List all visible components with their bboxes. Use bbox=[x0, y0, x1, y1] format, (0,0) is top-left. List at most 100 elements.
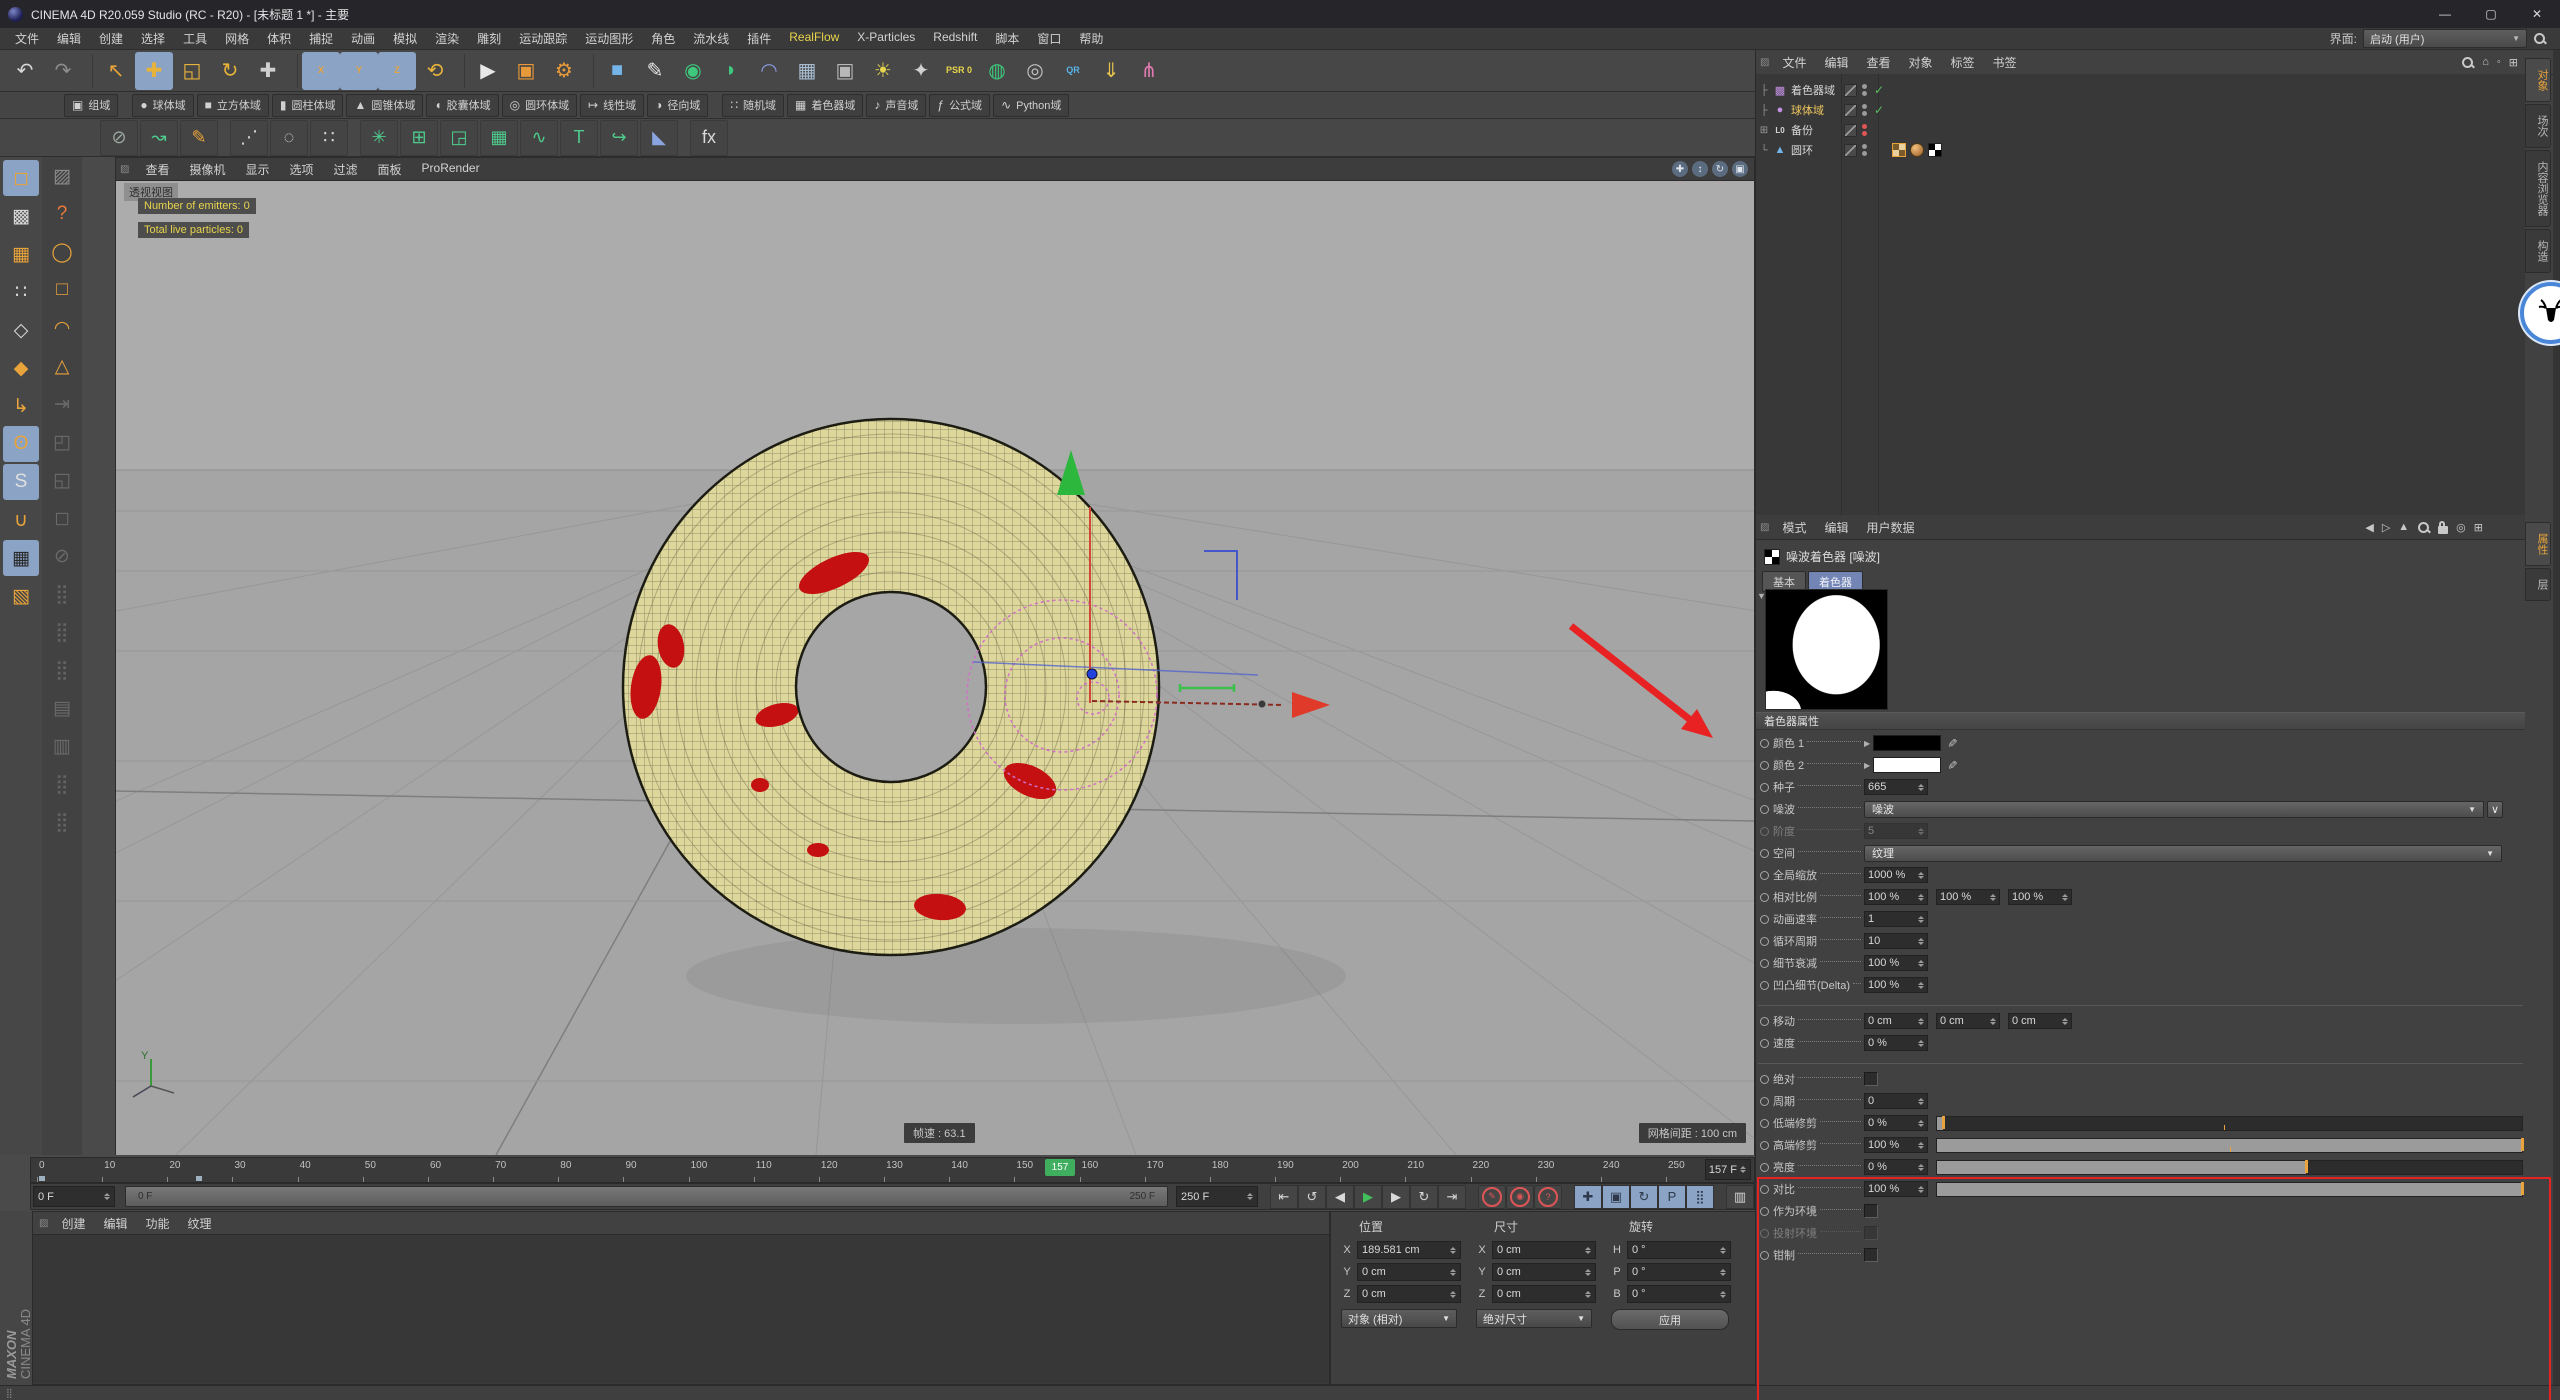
timeline-marker[interactable] bbox=[39, 1176, 45, 1181]
om-search-icon[interactable] bbox=[2461, 56, 2474, 69]
object-name[interactable]: 备份 bbox=[1791, 122, 1813, 138]
visibility-dots[interactable] bbox=[1862, 84, 1867, 96]
spinner-icon[interactable] bbox=[1720, 1269, 1726, 1276]
interface-select[interactable]: 启动 (用户) ▼ bbox=[2363, 29, 2527, 48]
keyframe-selection-set-button[interactable]: ? bbox=[1534, 1185, 1562, 1209]
number-field[interactable]: 0 % bbox=[1864, 1115, 1928, 1131]
animation-dot-icon[interactable] bbox=[1760, 981, 1769, 990]
dropdown-select[interactable]: 噪波▼ bbox=[1864, 801, 2484, 818]
range-end-field[interactable]: 250 F bbox=[1176, 1186, 1258, 1207]
panel-tab[interactable]: 构造 bbox=[2525, 229, 2551, 273]
polygons-mode-icon[interactable]: ◆ bbox=[3, 350, 39, 386]
add-deformer-icon[interactable]: ◠ bbox=[750, 52, 788, 90]
checkbox[interactable] bbox=[1864, 1072, 1878, 1086]
panel-tab[interactable]: 层 bbox=[2525, 568, 2551, 601]
axis-mode-icon[interactable]: ↳ bbox=[3, 388, 39, 424]
material-menu-item[interactable]: 纹理 bbox=[179, 1215, 221, 1232]
enabled-check-icon[interactable]: ✓ bbox=[1874, 83, 1884, 97]
spinner-icon[interactable] bbox=[1918, 1120, 1924, 1127]
menubar-item[interactable]: 运动跟踪 bbox=[510, 30, 576, 47]
viewport-canvas[interactable]: Y 透视视图 Number of emitters: 0 Total live … bbox=[116, 181, 1754, 1155]
cloner-icon[interactable]: ✳ bbox=[360, 120, 398, 156]
spinner-icon[interactable] bbox=[1918, 784, 1924, 791]
rotate-icon[interactable]: ↻ bbox=[211, 52, 249, 90]
panel-tab[interactable]: 对象 bbox=[2525, 58, 2551, 102]
noise-preview[interactable] bbox=[1765, 589, 1888, 710]
尺寸-X-field[interactable]: 0 cm bbox=[1492, 1241, 1596, 1259]
expand-caret-icon[interactable]: ▶ bbox=[1864, 761, 1870, 770]
autokey-button[interactable]: ◉ bbox=[1506, 1185, 1534, 1209]
panel-grip-icon[interactable]: ▨ bbox=[1760, 57, 1769, 68]
spinner-icon[interactable] bbox=[1720, 1247, 1726, 1254]
menubar-item[interactable]: 体积 bbox=[258, 30, 300, 47]
minimize-button[interactable]: — bbox=[2422, 0, 2468, 28]
expander-icon[interactable]: ⊞ bbox=[1756, 125, 1772, 136]
number-field[interactable]: 0 % bbox=[1864, 1159, 1928, 1175]
python-field-button[interactable]: ∿Python域 bbox=[993, 94, 1069, 117]
am-back-icon[interactable]: ◀ bbox=[2365, 521, 2373, 534]
psr-icon[interactable]: PSR 0 bbox=[940, 52, 978, 90]
spinner-icon[interactable] bbox=[1918, 1186, 1924, 1193]
menubar-item[interactable]: 帮助 bbox=[1070, 30, 1112, 47]
material-menu-item[interactable]: 功能 bbox=[136, 1215, 178, 1232]
viewport-menu-item[interactable]: ProRender bbox=[412, 161, 490, 178]
expand-caret-icon[interactable]: ▶ bbox=[1864, 739, 1870, 748]
prev-frame-button[interactable]: ◀ bbox=[1326, 1185, 1354, 1209]
add-generator-icon[interactable]: ◉ bbox=[674, 52, 712, 90]
spinner-icon[interactable] bbox=[1918, 982, 1924, 989]
viewport-menu-item[interactable]: 摄像机 bbox=[179, 161, 235, 178]
goto-end-button[interactable]: ⇥ bbox=[1438, 1185, 1466, 1209]
animation-dot-icon[interactable] bbox=[1760, 827, 1769, 836]
fracture-icon[interactable]: ◲ bbox=[440, 120, 478, 156]
moextrude-icon[interactable]: ◣ bbox=[640, 120, 678, 156]
旋转-B-field[interactable]: 0 ° bbox=[1627, 1285, 1731, 1303]
spinner-icon[interactable] bbox=[1918, 916, 1924, 923]
panel-grip-icon[interactable]: ▨ bbox=[44, 158, 80, 194]
menubar-item[interactable]: 文件 bbox=[6, 30, 48, 47]
spinner-icon[interactable] bbox=[1585, 1269, 1591, 1276]
spinner-icon[interactable] bbox=[1918, 1018, 1924, 1025]
dropdown-select[interactable]: 纹理▼ bbox=[1864, 845, 2502, 862]
range-start-field[interactable]: 0 F bbox=[33, 1186, 115, 1207]
number-field[interactable]: 0 cm bbox=[1936, 1013, 2000, 1029]
eyedropper-icon[interactable]: ✎ bbox=[1945, 760, 1959, 770]
record-active-objects-button[interactable]: ✎ bbox=[1478, 1185, 1506, 1209]
magic-solo-icon[interactable]: ⇓ bbox=[1092, 52, 1130, 90]
object-row[interactable]: ├●球体域✓ bbox=[1756, 100, 2525, 120]
magnet-icon[interactable]: ∪ bbox=[3, 502, 39, 538]
number-field[interactable]: 0 % bbox=[1864, 1035, 1928, 1051]
spinner-icon[interactable] bbox=[2062, 1018, 2068, 1025]
key-scale-toggle[interactable]: ▣ bbox=[1602, 1185, 1630, 1209]
vp-pan-icon[interactable]: ✚ bbox=[1672, 161, 1688, 177]
spinner-icon[interactable] bbox=[1585, 1247, 1591, 1254]
key-position-toggle[interactable]: ✚ bbox=[1574, 1185, 1602, 1209]
spinner-icon[interactable] bbox=[1918, 1142, 1924, 1149]
add-spline-icon[interactable]: ✎ bbox=[636, 52, 674, 90]
object-menu-item[interactable]: 标签 bbox=[1942, 54, 1984, 71]
motext-icon[interactable]: T bbox=[560, 120, 598, 156]
snap-icon[interactable]: S bbox=[3, 464, 39, 500]
environment-icon[interactable]: ◍ bbox=[978, 52, 1016, 90]
animation-dot-icon[interactable] bbox=[1760, 1207, 1769, 1216]
lock-y-icon[interactable]: Y bbox=[340, 52, 378, 90]
menubar-item[interactable]: 编辑 bbox=[48, 30, 90, 47]
timeline-ruler[interactable]: 0102030405060708090100110120130140150160… bbox=[30, 1157, 1755, 1183]
coord-system-icon[interactable]: ⟲ bbox=[416, 52, 454, 90]
tweak-mode-icon[interactable]: ʘ bbox=[3, 426, 39, 462]
panel-tab[interactable]: 属性 bbox=[2525, 522, 2551, 566]
interactive-workplane-icon[interactable]: ▧ bbox=[3, 578, 39, 614]
animation-dot-icon[interactable] bbox=[1760, 1229, 1769, 1238]
undo-icon[interactable]: ↶ bbox=[6, 52, 44, 90]
slider-track[interactable] bbox=[1936, 1160, 2523, 1175]
spinner-icon[interactable] bbox=[1918, 1098, 1924, 1105]
object-name[interactable]: 球体域 bbox=[1791, 102, 1824, 118]
object-name[interactable]: 圆环 bbox=[1791, 142, 1813, 158]
animation-dot-icon[interactable] bbox=[1760, 1119, 1769, 1128]
next-frame-button[interactable]: ▶ bbox=[1382, 1185, 1410, 1209]
animation-dot-icon[interactable] bbox=[1760, 1017, 1769, 1026]
checkbox[interactable] bbox=[1864, 1204, 1878, 1218]
位置-Z-field[interactable]: 0 cm bbox=[1357, 1285, 1461, 1303]
voronoi-fracture-icon[interactable]: ▦ bbox=[480, 120, 518, 156]
尺寸-Y-field[interactable]: 0 cm bbox=[1492, 1263, 1596, 1281]
animation-dot-icon[interactable] bbox=[1760, 739, 1769, 748]
